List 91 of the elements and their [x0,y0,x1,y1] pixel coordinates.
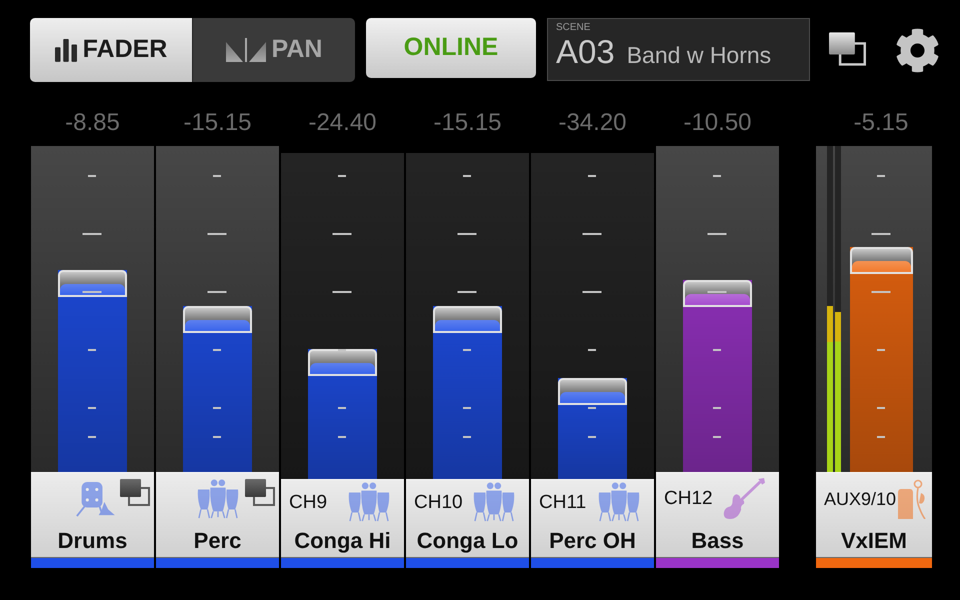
fader-value: -15.15 [433,111,502,135]
channel-number: AUX9/10 [824,490,896,508]
scale-tick [872,233,890,235]
mode-tab[interactable]: FADER [30,18,192,82]
channel-name-card[interactable]: Perc [156,472,279,558]
channel-name: Conga Hi [294,530,391,552]
channel-name: Bass [691,530,744,552]
channel-name: Conga Lo [416,530,518,552]
settings-icon[interactable] [895,28,940,73]
scale-tick [463,175,471,177]
channel-name: Drums [58,530,128,552]
fader-knob[interactable] [850,247,913,274]
scale-tick [713,349,721,351]
scene-number: A03 [556,35,615,68]
scale-tick [338,175,346,177]
scale-tick [208,291,226,293]
channel-name: Perc [194,530,242,552]
scale-tick [208,233,226,235]
scale-tick [213,175,221,177]
pan-icon [226,38,266,62]
scale-tick [338,436,346,438]
scale-tick [708,291,726,293]
channel-name-card[interactable]: CH12 Bass [656,472,779,558]
scale-tick [463,349,471,351]
channel-name-card[interactable]: AUX9/10 VxIEM [816,472,932,558]
scale-tick [877,407,885,409]
fader-value: -24.40 [308,111,377,135]
channel-number: CH11 [539,492,586,512]
channel-number: CH10 [414,492,463,512]
scale-tick [877,175,885,177]
fader-value: -10.50 [683,111,752,135]
scale-tick [332,291,352,293]
scale-tick [463,407,471,409]
conga-drums-icon [598,482,640,522]
channel-name: VxIEM [840,530,908,552]
scale-tick [588,436,596,438]
scale-tick [82,291,102,293]
fader-knob[interactable] [683,280,752,307]
hand-earphones-icon [896,478,926,518]
scale-tick [88,349,96,351]
scale-tick [213,407,221,409]
channel-name-card[interactable]: CH9 Conga Hi [281,479,404,558]
channel-name-card[interactable]: CH10 Conga Lo [406,479,529,558]
scale-tick [713,175,721,177]
channel-name-card[interactable]: CH11 Perc OH [531,479,654,558]
scale-tick [713,407,721,409]
bar-chart-icon [54,37,77,63]
bass-guitar-icon [723,478,765,520]
scene-caption: SCENE [556,23,592,33]
scale-tick [713,436,721,438]
conga-drums-icon [473,482,515,522]
stacked-squares-icon[interactable] [829,32,866,66]
scale-tick [213,349,221,351]
scale-tick [582,291,602,293]
scene-name: Band w Horns [626,44,772,67]
conga-drums-icon [196,478,238,518]
mode-tab[interactable]: PAN [192,18,355,82]
fader-knob[interactable] [433,306,502,334]
channel-number: CH9 [289,492,328,512]
scale-tick [872,291,890,293]
fader-knob[interactable] [558,378,627,405]
scale-tick [708,233,726,235]
fader-knob[interactable] [58,270,127,297]
scale-tick [82,233,102,235]
conga-drums-icon [348,482,390,522]
scale-tick [213,436,221,438]
scale-tick [332,233,352,235]
channel-name-card[interactable]: Drums [31,472,154,558]
fader-knob[interactable] [308,348,377,376]
scale-tick [588,407,596,409]
scale-tick [877,436,885,438]
fader-value: -15.15 [183,111,252,135]
fader-value: -34.20 [558,111,627,135]
scale-tick [458,233,476,235]
scale-tick [588,349,596,351]
fader-value: -8.85 [65,111,120,135]
scale-tick [588,175,596,177]
channel-name: Perc OH [549,530,636,552]
fader-knob[interactable] [183,306,252,333]
scale-tick [458,291,476,293]
fader-value: -5.15 [854,111,908,135]
scale-tick [463,436,471,438]
scale-tick [877,349,885,351]
channel-number: CH12 [664,489,713,508]
scale-tick [338,407,346,409]
scene-display[interactable]: SCENE A03 Band w Horns [547,18,810,81]
scale-tick [88,407,96,409]
scale-tick [338,349,346,351]
scale-tick [88,436,96,438]
scale-tick [582,233,602,235]
scale-tick [88,175,96,177]
